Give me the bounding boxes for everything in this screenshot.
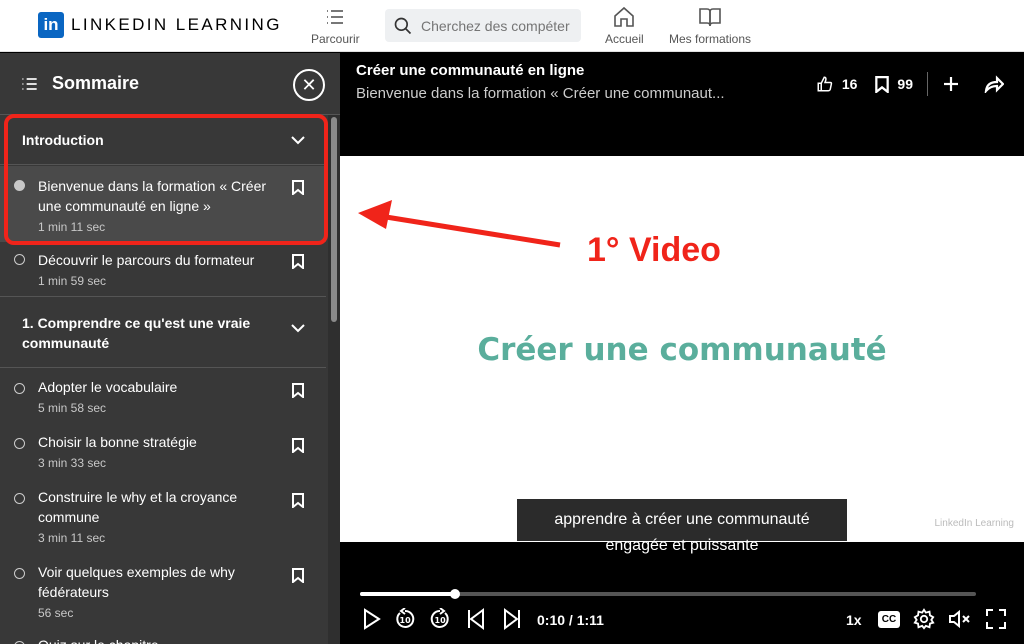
item-title: Adopter le vocabulaire <box>38 379 178 395</box>
closed-captions-button[interactable]: CC <box>878 611 900 628</box>
item-title: Découvrir le parcours du formateur <box>38 252 255 268</box>
bookmark-icon[interactable] <box>292 438 304 453</box>
item-title: Quiz sur le chapitre <box>38 635 278 644</box>
item-title: Voir quelques exemples de why fédérateur… <box>38 564 235 600</box>
list-item[interactable]: Choisir la bonne stratégie 3 min 33 sec <box>0 432 326 487</box>
bookmark-icon[interactable] <box>292 254 304 269</box>
section-chapter-1[interactable]: 1. Comprendre ce qu'est une vraie commun… <box>0 298 326 368</box>
scrollbar-thumb[interactable] <box>331 117 337 322</box>
home-icon <box>614 6 635 27</box>
progress-dot-icon <box>14 383 25 394</box>
caption-line-1: apprendre à créer une communauté <box>517 499 847 541</box>
mute-icon[interactable] <box>948 608 972 630</box>
fullscreen-icon[interactable] <box>985 608 1007 630</box>
section-title: 1. Comprendre ce qu'est une vraie commun… <box>22 314 251 351</box>
divider <box>927 72 928 96</box>
linkedin-logo-icon: in <box>38 12 64 38</box>
list-icon <box>327 10 344 24</box>
my-courses-button[interactable]: Mes formations <box>669 5 751 46</box>
playback-speed-button[interactable]: 1x <box>846 612 862 628</box>
progress-handle[interactable] <box>450 589 461 599</box>
list-item[interactable]: Construire le why et la croyance commune… <box>0 487 326 562</box>
list-item[interactable]: Quiz sur le chapitre <box>0 635 326 644</box>
chevron-down-icon <box>291 324 305 333</box>
like-icon[interactable] <box>816 75 834 93</box>
list-item[interactable]: Voir quelques exemples de why fédérateur… <box>0 562 326 637</box>
annotation-arrow-icon <box>358 200 561 248</box>
progress-dot-icon <box>14 438 25 449</box>
list-item[interactable]: Découvrir le parcours du formateur 1 min… <box>0 242 326 297</box>
annotation-label: 1° Video <box>587 231 721 269</box>
player-header: Créer une communauté en ligne Bienvenue … <box>340 53 1024 115</box>
browse-button[interactable]: Parcourir <box>311 5 360 46</box>
item-duration: 3 min 33 sec <box>38 456 107 470</box>
progress-dot-icon <box>14 254 25 265</box>
bookmark-icon[interactable] <box>292 383 304 398</box>
course-title: Créer une communauté en ligne <box>356 62 585 79</box>
list-icon <box>22 77 37 90</box>
video-title: Bienvenue dans la formation « Créer une … <box>356 85 725 102</box>
progress-dot-icon <box>14 568 25 579</box>
item-title: Choisir la bonne stratégie <box>38 434 197 450</box>
close-toc-button[interactable]: ✕ <box>293 69 325 101</box>
add-icon[interactable] <box>942 75 960 93</box>
list-item[interactable]: Adopter le vocabulaire 5 min 58 sec <box>0 377 326 432</box>
like-count: 16 <box>841 76 858 92</box>
settings-gear-icon[interactable] <box>913 608 935 630</box>
toc-header: Sommaire ✕ <box>0 53 340 115</box>
watermark: LinkedIn Learning <box>934 518 1014 529</box>
bookmark-icon[interactable] <box>292 568 304 583</box>
toc-title: Sommaire <box>52 73 140 93</box>
item-duration: 1 min 59 sec <box>38 274 107 288</box>
svg-text:10: 10 <box>400 616 412 625</box>
forward-10-icon[interactable]: 10 <box>429 608 451 630</box>
item-duration: 56 sec <box>38 606 74 620</box>
next-icon[interactable] <box>502 608 522 630</box>
scrollbar[interactable] <box>328 115 340 644</box>
annotation-highlight-box <box>4 114 328 245</box>
bookmark-icon[interactable] <box>875 75 890 93</box>
video-progress-bar[interactable] <box>360 589 976 599</box>
video-slide-title: Créer une communauté <box>477 332 887 368</box>
svg-text:10: 10 <box>435 616 447 625</box>
progress-dot-icon <box>14 493 25 504</box>
item-title: Construire le why et la croyance commune <box>38 489 238 525</box>
previous-icon[interactable] <box>466 608 486 630</box>
rewind-10-icon[interactable]: 10 <box>394 608 416 630</box>
my-courses-label: Mes formations <box>669 32 752 46</box>
home-button[interactable]: Accueil <box>605 5 644 46</box>
play-icon[interactable] <box>362 608 382 630</box>
cc-label: CC <box>881 614 897 625</box>
player-actions: 16 99 <box>816 72 1004 96</box>
caption-line-2: engagée et puissante <box>605 537 759 554</box>
search-input[interactable] <box>421 17 571 34</box>
item-duration: 5 min 58 sec <box>38 401 107 415</box>
item-duration: 3 min 11 sec <box>38 531 106 545</box>
book-icon <box>699 8 721 27</box>
search-icon <box>394 17 412 34</box>
browse-label: Parcourir <box>311 32 360 46</box>
home-label: Accueil <box>605 32 644 46</box>
top-nav: in LINKEDIN LEARNING Parcourir Accueil M… <box>0 0 1024 52</box>
progress-fill <box>360 592 456 596</box>
logo-text: LINKEDIN LEARNING <box>71 15 282 34</box>
linkedin-learning-logo[interactable]: in LINKEDIN LEARNING <box>38 12 282 38</box>
close-icon: ✕ <box>301 74 317 95</box>
save-count: 99 <box>897 76 913 92</box>
bookmark-icon[interactable] <box>292 493 304 508</box>
search-box[interactable] <box>385 9 581 42</box>
time-display: 0:10 / 1:11 <box>537 612 604 628</box>
share-icon[interactable] <box>984 75 1004 93</box>
